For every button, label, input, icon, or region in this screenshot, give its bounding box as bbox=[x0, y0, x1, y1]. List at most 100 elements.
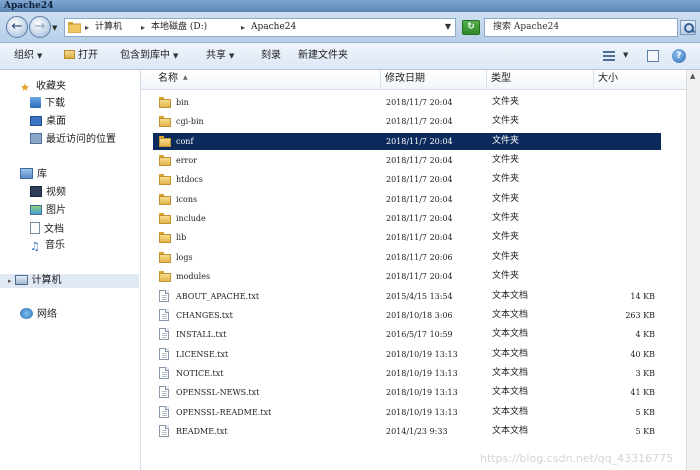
folder-row[interactable]: logs 2018/11/7 20:06 文件夹 bbox=[153, 249, 661, 266]
nav-downloads[interactable]: 下载 bbox=[30, 97, 65, 111]
file-modified-date: 2016/5/17 10:59 bbox=[386, 330, 453, 339]
folder-row[interactable]: icons 2018/11/7 20:04 文件夹 bbox=[153, 191, 661, 208]
include-in-library-menu[interactable]: 包含到库中 ▼ bbox=[120, 49, 178, 63]
file-row[interactable]: LICENSE.txt 2018/10/19 13:13 文本文档 40 KB bbox=[153, 346, 661, 363]
file-type: 文本文档 bbox=[492, 291, 529, 301]
vertical-scrollbar[interactable]: ▲ bbox=[686, 70, 700, 470]
file-row[interactable]: INSTALL.txt 2016/5/17 10:59 文本文档 4 KB bbox=[153, 326, 661, 343]
column-name[interactable]: 名称 bbox=[158, 72, 178, 86]
file-name: htdocs bbox=[176, 175, 203, 184]
open-button[interactable]: 打开 bbox=[64, 49, 98, 63]
file-size: 5 KB bbox=[635, 427, 656, 436]
text-file-icon bbox=[159, 328, 169, 340]
forward-button[interactable]: → bbox=[29, 16, 51, 38]
file-name: OPENSSL-README.txt bbox=[176, 408, 272, 417]
file-modified-date: 2018/11/7 20:04 bbox=[386, 195, 453, 204]
nav-videos[interactable]: 视频 bbox=[30, 186, 66, 200]
nav-favorites[interactable]: ★ 收藏夹 bbox=[20, 80, 66, 94]
new-folder-button[interactable]: 新建文件夹 bbox=[298, 49, 348, 63]
folder-icon bbox=[159, 115, 171, 127]
nav-computer[interactable]: ▸ 计算机 bbox=[0, 274, 139, 288]
text-file-icon bbox=[159, 290, 169, 302]
nav-music[interactable]: ♫ 音乐 bbox=[30, 239, 65, 253]
file-size: 263 KB bbox=[625, 311, 655, 320]
expand-arrow-icon[interactable]: ▸ bbox=[8, 277, 12, 285]
breadcrumb-separator[interactable]: ▸ bbox=[141, 21, 145, 34]
nav-documents[interactable]: 文档 bbox=[30, 222, 64, 237]
file-type: 文件夹 bbox=[492, 271, 520, 281]
nav-pictures[interactable]: 图片 bbox=[30, 204, 66, 218]
file-name: cgi-bin bbox=[176, 117, 204, 126]
breadcrumb-local-disk[interactable]: 本地磁盘 (D:) bbox=[151, 21, 207, 34]
breadcrumb-computer[interactable]: 计算机 bbox=[95, 21, 122, 34]
folder-row[interactable]: conf 2018/11/7 20:04 文件夹 bbox=[153, 133, 661, 150]
file-size: 40 KB bbox=[630, 350, 655, 359]
breadcrumb-separator[interactable]: ▸ bbox=[241, 21, 245, 34]
command-bar: 组织 ▼ 打开 包含到库中 ▼ 共享 ▼ 刻录 新建文件夹 ▼ ? bbox=[0, 43, 700, 70]
file-name: README.txt bbox=[176, 427, 228, 436]
back-button[interactable]: ← bbox=[6, 16, 28, 38]
search-input[interactable]: 搜索 Apache24 bbox=[484, 18, 678, 37]
file-name: OPENSSL-NEWS.txt bbox=[176, 388, 260, 397]
nav-network[interactable]: 网络 bbox=[20, 308, 57, 322]
recent-pages-dropdown[interactable]: ▼ bbox=[52, 24, 57, 32]
file-modified-date: 2014/1/23 9:33 bbox=[386, 427, 448, 436]
share-menu[interactable]: 共享 ▼ bbox=[206, 49, 234, 63]
file-modified-date: 2018/10/18 3:06 bbox=[386, 311, 453, 320]
folder-row[interactable]: cgi-bin 2018/11/7 20:04 文件夹 bbox=[153, 113, 661, 130]
file-type: 文本文档 bbox=[492, 329, 529, 339]
view-options-icon[interactable] bbox=[603, 51, 615, 61]
file-modified-date: 2015/4/15 13:54 bbox=[386, 292, 453, 301]
folder-row[interactable]: error 2018/11/7 20:04 文件夹 bbox=[153, 152, 661, 169]
address-box[interactable]: ▸ 计算机 ▸ 本地磁盘 (D:) ▸ Apache24 ▼ bbox=[64, 18, 456, 37]
column-type[interactable]: 类型 bbox=[491, 72, 511, 86]
file-row[interactable]: OPENSSL-NEWS.txt 2018/10/19 13:13 文本文档 41 K… bbox=[153, 384, 661, 401]
breadcrumb-separator[interactable]: ▸ bbox=[85, 21, 89, 34]
folder-row[interactable]: bin 2018/11/7 20:04 文件夹 bbox=[153, 94, 661, 111]
file-size: 41 KB bbox=[630, 388, 655, 397]
column-modified[interactable]: 修改日期 bbox=[385, 72, 425, 86]
recent-places-icon bbox=[30, 133, 42, 144]
file-row[interactable]: NOTICE.txt 2018/10/19 13:13 文本文档 3 KB bbox=[153, 365, 661, 382]
network-icon bbox=[20, 308, 33, 319]
folder-row[interactable]: htdocs 2018/11/7 20:04 文件夹 bbox=[153, 171, 661, 188]
file-type: 文件夹 bbox=[492, 155, 520, 165]
file-modified-date: 2018/10/19 13:13 bbox=[386, 388, 458, 397]
window-title: Apache24 bbox=[4, 1, 54, 11]
computer-icon bbox=[14, 275, 28, 285]
file-row[interactable]: README.txt 2014/1/23 9:33 文本文档 5 KB bbox=[153, 423, 661, 440]
file-row[interactable]: OPENSSL-README.txt 2018/10/19 13:13 文本文档 5 … bbox=[153, 404, 661, 421]
star-icon: ★ bbox=[20, 81, 30, 94]
preview-pane-icon[interactable] bbox=[647, 50, 659, 62]
file-type: 文件夹 bbox=[492, 194, 520, 204]
video-icon bbox=[30, 186, 42, 197]
file-name: ABOUT_APACHE.txt bbox=[176, 292, 260, 301]
search-button[interactable] bbox=[680, 20, 696, 35]
nav-desktop[interactable]: 桌面 bbox=[30, 115, 66, 129]
folder-row[interactable]: lib 2018/11/7 20:04 文件夹 bbox=[153, 229, 661, 246]
folder-icon bbox=[159, 231, 171, 243]
nav-libraries[interactable]: 库 bbox=[20, 168, 47, 182]
burn-button[interactable]: 刻录 bbox=[261, 49, 281, 63]
help-icon[interactable]: ? bbox=[672, 49, 686, 63]
file-type: 文本文档 bbox=[492, 368, 529, 378]
refresh-button[interactable]: ↻ bbox=[462, 20, 480, 35]
folder-row[interactable]: include 2018/11/7 20:04 文件夹 bbox=[153, 210, 661, 227]
sort-ascending-icon: ▲ bbox=[183, 74, 188, 81]
scroll-up-icon[interactable]: ▲ bbox=[690, 72, 695, 80]
breadcrumb-apache24[interactable]: Apache24 bbox=[251, 21, 296, 34]
forward-arrow-icon: → bbox=[34, 19, 46, 34]
file-modified-date: 2018/11/7 20:04 bbox=[386, 233, 453, 242]
organize-menu[interactable]: 组织 ▼ bbox=[14, 49, 42, 63]
column-size[interactable]: 大小 bbox=[598, 72, 618, 86]
folder-row[interactable]: modules 2018/11/7 20:04 文件夹 bbox=[153, 268, 661, 285]
view-dropdown[interactable]: ▼ bbox=[623, 51, 628, 59]
file-row[interactable]: CHANGES.txt 2018/10/18 3:06 文本文档 263 KB bbox=[153, 307, 661, 324]
nav-recent-places[interactable]: 最近访问的位置 bbox=[30, 133, 116, 147]
open-icon bbox=[64, 50, 75, 59]
watermark-text: https://blog.csdn.net/qq_43316775 bbox=[480, 452, 674, 465]
file-row[interactable]: ABOUT_APACHE.txt 2015/4/15 13:54 文本文档 14 KB bbox=[153, 288, 661, 305]
file-modified-date: 2018/11/7 20:04 bbox=[386, 156, 453, 165]
chevron-down-icon: ▼ bbox=[229, 52, 235, 60]
address-history-dropdown[interactable]: ▼ bbox=[445, 22, 451, 31]
